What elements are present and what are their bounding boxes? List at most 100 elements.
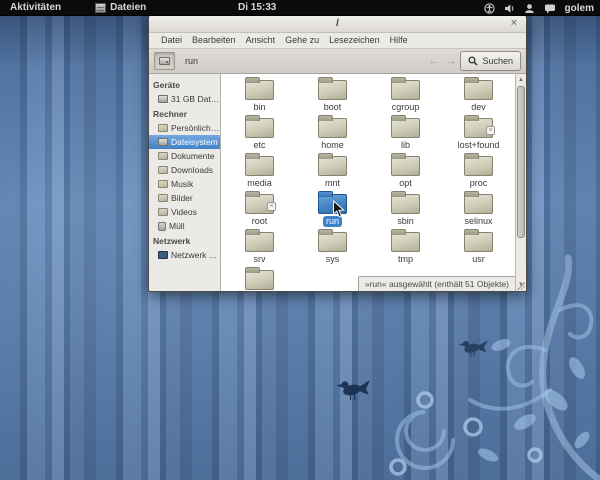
folder-icon — [245, 232, 274, 252]
file-item-etc[interactable]: etc — [223, 115, 296, 153]
path-crumb-run[interactable]: run — [179, 52, 204, 70]
window-title: / — [336, 18, 339, 29]
menu-bar: DateiBearbeitenAnsichtGehe zuLesezeichen… — [149, 33, 526, 48]
file-item-media[interactable]: media — [223, 153, 296, 191]
sidebar-item-label: Videos — [171, 207, 197, 217]
places-sidebar: Geräte31 GB Dateis…RechnerPersönlicher …… — [149, 74, 221, 291]
file-label: root — [249, 216, 271, 227]
sidebar-item-dateisystem[interactable]: Dateisystem — [149, 135, 220, 149]
search-label: Suchen — [482, 56, 513, 66]
user-icon[interactable] — [524, 3, 535, 14]
icon-view[interactable]: bin boot cgroup dev etc homelib×lost+found med… — [221, 74, 526, 291]
search-button[interactable]: Suchen — [460, 51, 521, 71]
sidebar-item-m-ll[interactable]: Müll — [149, 219, 220, 233]
folder-icon — [318, 232, 347, 252]
sidebar-item-downloads[interactable]: Downloads — [149, 163, 220, 177]
sidebar-item-label: Müll — [169, 221, 185, 231]
folder-icon — [318, 156, 347, 176]
activities-button[interactable]: Aktivitäten — [0, 0, 71, 16]
file-item-root[interactable]: ×root — [223, 191, 296, 229]
menu-ansicht[interactable]: Ansicht — [241, 33, 281, 48]
file-item-home[interactable]: home — [296, 115, 369, 153]
sidebar-item-videos[interactable]: Videos — [149, 205, 220, 219]
folder-icon — [391, 118, 420, 138]
file-item-bin[interactable]: bin — [223, 77, 296, 115]
sidebar-item-netzwerk-du-[interactable]: Netzwerk du… — [149, 248, 220, 262]
username-menu[interactable]: golem — [565, 3, 594, 14]
scroll-up-icon[interactable]: ▲ — [516, 75, 526, 85]
sidebar-item-bilder[interactable]: Bilder — [149, 191, 220, 205]
accessibility-icon[interactable] — [484, 3, 495, 14]
folder-icon — [158, 208, 168, 216]
file-item-usr[interactable]: usr — [442, 229, 515, 267]
sidebar-item-dokumente[interactable]: Dokumente — [149, 149, 220, 163]
volume-icon[interactable] — [504, 3, 515, 14]
close-button[interactable]: × — [507, 17, 521, 31]
folder-icon — [464, 80, 493, 100]
file-label: sbin — [394, 216, 417, 227]
top-panel: Aktivitäten Dateien Di 15:33 — [0, 0, 600, 16]
chat-bubble-icon[interactable] — [544, 3, 556, 14]
files-app-icon — [95, 3, 106, 13]
window-titlebar[interactable]: / × — [149, 15, 526, 33]
status-bar: »run« ausgewählt (enthält 51 Objekte) — [358, 276, 515, 291]
back-icon[interactable]: ← — [428, 52, 439, 70]
root-crumb-button[interactable] — [154, 52, 175, 70]
nav-arrows: ← → — [428, 52, 456, 70]
folder-icon — [245, 270, 274, 290]
folder-icon — [391, 194, 420, 214]
file-item-lost-found[interactable]: ×lost+found — [442, 115, 515, 153]
menu-bearbeiten[interactable]: Bearbeiten — [187, 33, 241, 48]
sidebar-item-label: Dokumente — [171, 151, 214, 161]
file-item-lib[interactable]: lib — [369, 115, 442, 153]
sidebar-section-netzwerk: Netzwerk — [149, 233, 220, 248]
file-item-boot[interactable]: boot — [296, 77, 369, 115]
scrollbar-thumb[interactable] — [517, 86, 525, 238]
file-item-srv[interactable]: srv — [223, 229, 296, 267]
sidebar-item-label: Netzwerk du… — [171, 250, 220, 260]
sidebar-item-musik[interactable]: Musik — [149, 177, 220, 191]
drive-icon — [158, 138, 168, 146]
menu-gehe-zu[interactable]: Gehe zu — [280, 33, 324, 48]
file-item-dev[interactable]: dev — [442, 77, 515, 115]
menu-hilfe[interactable]: Hilfe — [385, 33, 413, 48]
file-item-proc[interactable]: proc — [442, 153, 515, 191]
forward-icon[interactable]: → — [445, 52, 456, 70]
sidebar-item-31-gb-dateis-[interactable]: 31 GB Dateis… — [149, 92, 220, 106]
folder-icon — [464, 232, 493, 252]
vertical-scrollbar[interactable]: ▲ ▼ — [515, 74, 526, 291]
file-item-mnt[interactable]: mnt — [296, 153, 369, 191]
menu-lesezeichen[interactable]: Lesezeichen — [324, 33, 385, 48]
folder-icon — [391, 232, 420, 252]
file-label: selinux — [461, 216, 495, 227]
sidebar-item-pers-nlicher-[interactable]: Persönlicher … — [149, 121, 220, 135]
file-item-opt[interactable]: opt — [369, 153, 442, 191]
file-label: proc — [467, 178, 491, 189]
trash-icon — [158, 222, 166, 231]
no-access-emblem-icon: × — [486, 126, 495, 135]
desktop: Aktivitäten Dateien Di 15:33 — [0, 0, 600, 480]
app-menu-label: Dateien — [110, 2, 146, 13]
file-item-clipped[interactable] — [223, 267, 296, 291]
file-item-sbin[interactable]: sbin — [369, 191, 442, 229]
folder-icon — [158, 124, 168, 132]
menu-datei[interactable]: Datei — [156, 33, 187, 48]
file-item-cgroup[interactable]: cgroup — [369, 77, 442, 115]
clock[interactable]: Di 15:33 — [238, 0, 276, 16]
file-item-selinux[interactable]: selinux — [442, 191, 515, 229]
file-manager-window: / × DateiBearbeitenAnsichtGehe zuLesezei… — [148, 14, 527, 292]
file-label: etc — [250, 140, 268, 151]
file-item-tmp[interactable]: tmp — [369, 229, 442, 267]
file-label: boot — [321, 102, 345, 113]
file-item-sys[interactable]: sys — [296, 229, 369, 267]
app-menu-button[interactable]: Dateien — [95, 2, 146, 13]
sidebar-item-label: Bilder — [171, 193, 193, 203]
file-label: cgroup — [389, 102, 423, 113]
network-icon — [158, 251, 168, 259]
file-grid: bin boot cgroup dev etc homelib×lost+found med… — [221, 74, 515, 291]
mouse-cursor — [332, 200, 345, 219]
folder-icon — [464, 156, 493, 176]
sidebar-item-label: Persönlicher … — [171, 123, 220, 133]
folder-icon — [245, 118, 274, 138]
resize-grip[interactable] — [517, 282, 525, 290]
